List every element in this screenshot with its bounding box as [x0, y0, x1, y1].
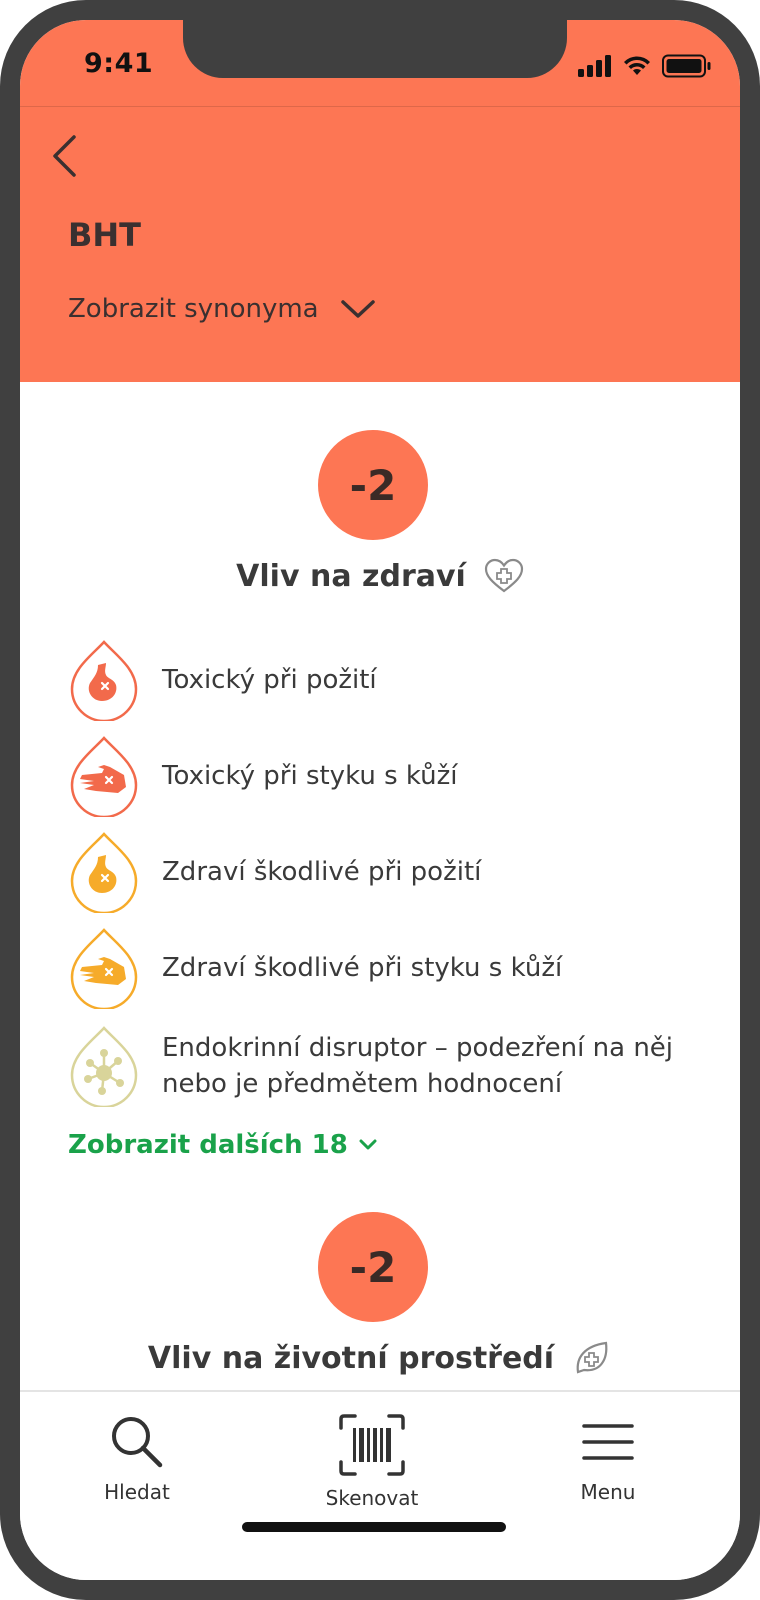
- hazard-label: Toxický při styku s kůží: [162, 761, 458, 791]
- header-divider: [20, 106, 740, 107]
- environment-section-title: Vliv na životní prostředí: [20, 1340, 740, 1376]
- phone-frame: 9:41 BHT Zobrazit synonyma -2 Vliv na zd…: [0, 0, 760, 1600]
- device-notch: [183, 20, 567, 78]
- chevron-down-icon: [340, 300, 375, 318]
- menu-icon: [582, 1424, 634, 1460]
- page-title: BHT: [68, 216, 141, 254]
- health-title-text: Vliv na zdraví: [236, 558, 466, 594]
- health-section-title: Vliv na zdraví: [20, 558, 740, 594]
- stomach-icon: [70, 832, 138, 913]
- home-indicator[interactable]: [242, 1522, 506, 1532]
- environment-title-text: Vliv na životní prostředí: [147, 1340, 555, 1376]
- hazard-label: Zdraví škodlivé při styku s kůží: [162, 953, 563, 983]
- show-more-link[interactable]: Zobrazit dalších 18: [68, 1130, 378, 1160]
- hand-icon: [70, 736, 138, 817]
- hazard-list: Toxický při požití Toxický při styku s k…: [68, 632, 708, 1116]
- show-synonyms-toggle[interactable]: Zobrazit synonyma: [68, 294, 375, 324]
- leaf-plus-icon: [576, 1341, 608, 1374]
- hazard-label: Toxický při požití: [162, 665, 377, 695]
- show-synonyms-label: Zobrazit synonyma: [68, 294, 319, 324]
- hazard-item: Zdraví škodlivé při styku s kůží: [68, 920, 708, 1016]
- hazard-item: Zdraví škodlivé při požití: [68, 824, 708, 920]
- hazard-item: Toxický při požití: [68, 632, 708, 728]
- endocrine-icon: [70, 1026, 138, 1107]
- barcode-scan-icon: [339, 1414, 405, 1476]
- chevron-left-icon: [53, 135, 76, 177]
- status-time: 9:41: [84, 48, 154, 79]
- chevron-down-icon: [359, 1139, 377, 1150]
- status-icons: [578, 54, 712, 78]
- hazard-label: Endokrinní disruptor – podezření na něj …: [162, 1033, 674, 1099]
- nav-search[interactable]: Hledat: [57, 1414, 217, 1504]
- hazard-item: Endokrinní disruptor – podezření na něj …: [68, 1016, 708, 1116]
- nav-menu-label: Menu: [580, 1480, 636, 1504]
- environment-score-badge: -2: [318, 1212, 428, 1322]
- nav-search-label: Hledat: [104, 1480, 170, 1504]
- show-more-label: Zobrazit dalších 18: [68, 1130, 348, 1160]
- stomach-icon: [70, 640, 138, 721]
- battery-icon: [662, 54, 711, 78]
- back-button[interactable]: [42, 128, 86, 184]
- hazard-item: Toxický při styku s kůží: [68, 728, 708, 824]
- nav-scan[interactable]: Skenovat: [292, 1414, 452, 1510]
- bottom-navigation: Hledat Skenovat Menu: [20, 1390, 740, 1580]
- screen: 9:41 BHT Zobrazit synonyma -2 Vliv na zd…: [20, 20, 740, 1580]
- nav-scan-label: Skenovat: [325, 1486, 419, 1510]
- nav-menu[interactable]: Menu: [528, 1414, 688, 1504]
- health-score-badge: -2: [318, 430, 428, 540]
- search-icon: [112, 1417, 163, 1468]
- wifi-icon: [624, 56, 650, 75]
- hand-icon: [70, 928, 138, 1009]
- heart-plus-icon: [484, 558, 523, 593]
- cellular-signal-icon: [578, 55, 611, 77]
- hazard-label: Zdraví škodlivé při požití: [162, 857, 482, 887]
